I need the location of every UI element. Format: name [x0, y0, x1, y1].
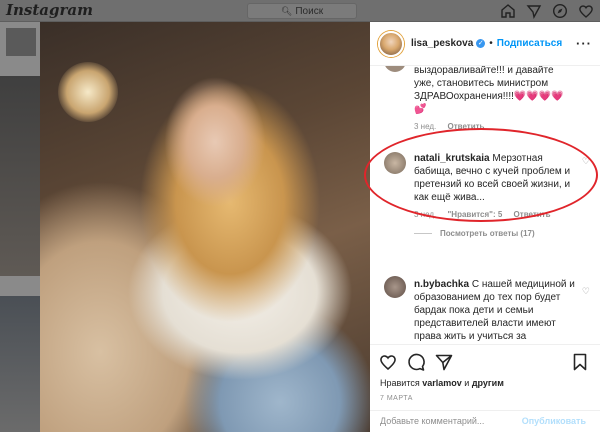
comment-time: 3 нед.: [414, 122, 437, 131]
verified-badge-icon: ✓: [476, 39, 486, 48]
post-header: lisa_peskova ✓ • Подписаться ···: [370, 22, 600, 66]
more-options-button[interactable]: ···: [576, 36, 592, 51]
comments-list[interactable]: выздоравливайте!!! и давайте уже, станов…: [370, 66, 600, 344]
heart-icon[interactable]: [578, 3, 594, 19]
publish-button[interactable]: Опубликовать: [522, 416, 586, 426]
post-actions: [370, 344, 600, 378]
like-comment-icon[interactable]: ♡: [582, 286, 590, 297]
author-avatar[interactable]: [378, 30, 404, 57]
like-icon[interactable]: [378, 352, 398, 372]
share-icon[interactable]: [434, 352, 454, 372]
commenter-avatar[interactable]: [384, 276, 406, 298]
search-placeholder: Поиск: [295, 6, 324, 17]
commenter-avatar[interactable]: [384, 152, 406, 174]
follow-button[interactable]: Подписаться: [497, 38, 562, 49]
post-date: 7 МАРТА: [380, 395, 413, 402]
liked-by-others[interactable]: другим: [472, 378, 504, 388]
lamp-light: [58, 62, 118, 122]
background-thumbnail: [0, 76, 40, 276]
comment-text: n.bybachka С нашей медициной и образован…: [414, 279, 575, 342]
comment-text: natali_krutskaia Мерзотная бабища, вечно…: [414, 153, 571, 203]
liked-by-user[interactable]: varlamov: [422, 378, 462, 388]
comment-username[interactable]: natali_krutskaia: [414, 153, 490, 164]
home-icon[interactable]: [500, 3, 516, 19]
background-thumbnail: [6, 28, 36, 56]
top-nav: Instagram 🔍︎ Поиск: [0, 0, 600, 22]
separator-dot: •: [489, 38, 493, 49]
author-username[interactable]: lisa_peskova: [411, 38, 473, 49]
comment-meta: 3 нед. "Нравится": 5 Ответить: [414, 210, 560, 219]
liked-by: Нравится varlamov и другим: [380, 378, 504, 388]
background-thumbnail: [0, 296, 40, 432]
instagram-logo[interactable]: Instagram: [6, 1, 93, 19]
post-side-panel: lisa_peskova ✓ • Подписаться ··· выздора…: [370, 22, 600, 432]
comment-username[interactable]: n.bybachka: [414, 279, 469, 290]
reply-button[interactable]: Ответить: [448, 122, 485, 131]
save-icon[interactable]: [570, 352, 590, 372]
reply-button[interactable]: Ответить: [514, 210, 551, 219]
search-icon: 🔍︎: [280, 6, 293, 16]
explore-icon[interactable]: [552, 3, 568, 19]
comment-time: 3 нед.: [414, 210, 437, 219]
commenter-avatar[interactable]: [384, 66, 406, 72]
comment-item: выздоравливайте!!! и давайте уже, станов…: [378, 66, 592, 156]
comment-text: выздоравливайте!!! и давайте уже, станов…: [414, 66, 564, 115]
direct-icon[interactable]: [526, 3, 542, 20]
like-comment-icon[interactable]: ♡: [582, 156, 590, 167]
comment-meta: 3 нед. Ответить: [414, 122, 493, 131]
search-input[interactable]: 🔍︎ Поиск: [247, 3, 357, 19]
comment-likes[interactable]: "Нравится": 5: [448, 210, 503, 219]
comment-icon[interactable]: [406, 352, 426, 372]
post-photo[interactable]: [40, 22, 370, 432]
add-comment-bar: Добавьте комментарий... Опубликовать: [370, 410, 600, 432]
comment-input[interactable]: Добавьте комментарий...: [380, 416, 484, 426]
comment-item: n.bybachka С нашей медициной и образован…: [378, 234, 592, 344]
